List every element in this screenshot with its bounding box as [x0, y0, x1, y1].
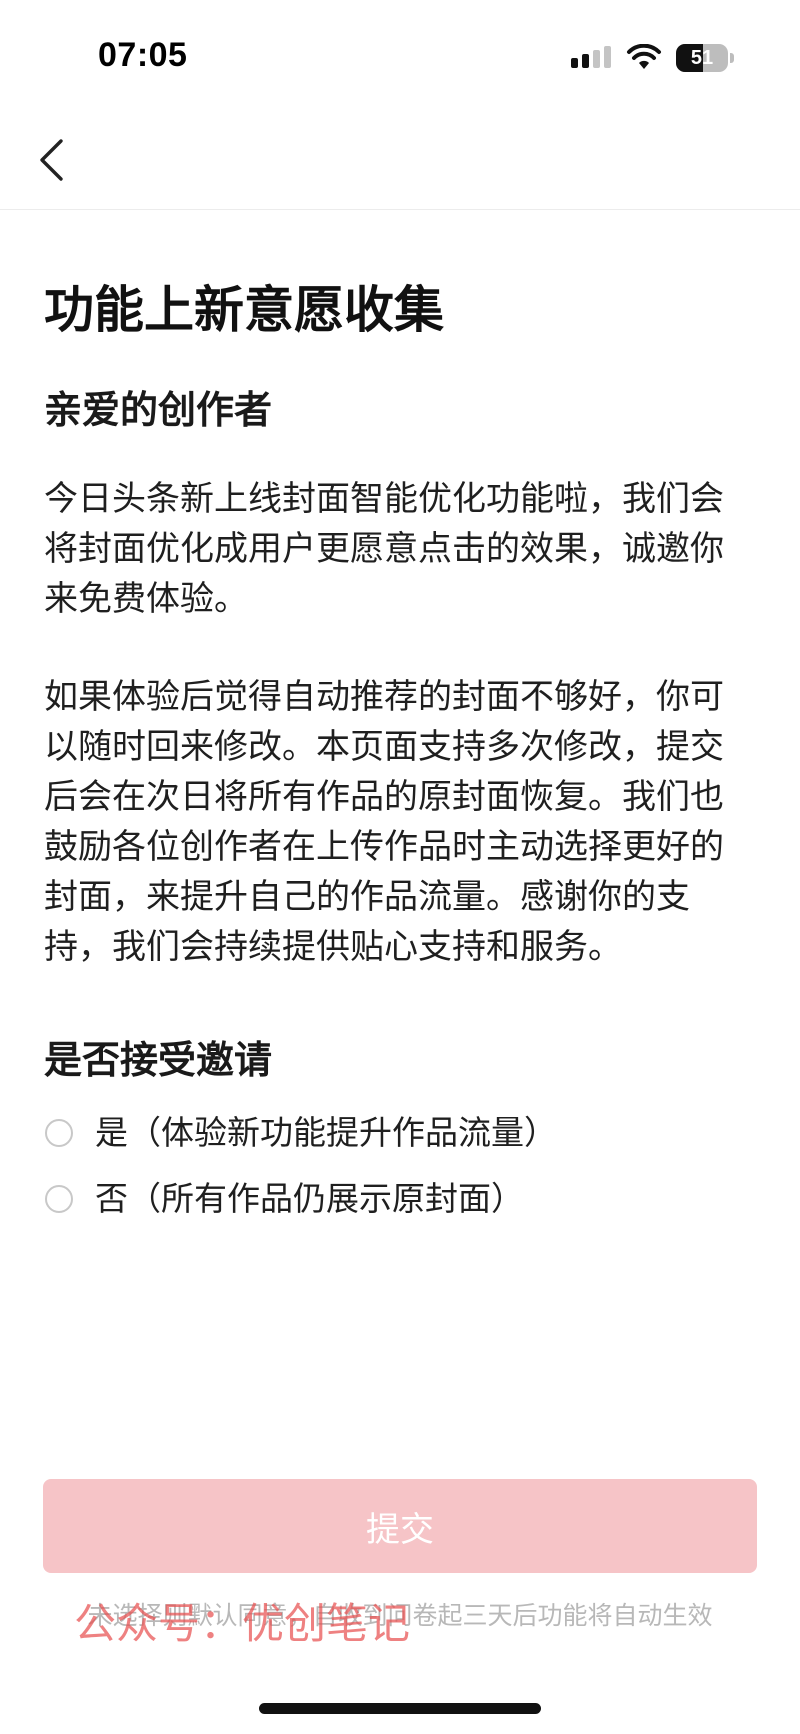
signal-icon: [571, 46, 611, 68]
intro-paragraph: 今日头条新上线封面智能优化功能啦，我们会将封面优化成用户更愿意点击的效果，诚邀你…: [44, 479, 724, 619]
watermark-text: 公众号：优创笔记: [74, 1599, 411, 1648]
back-button[interactable]: [24, 132, 80, 188]
wifi-icon: [627, 44, 661, 69]
battery-level: 51: [690, 46, 714, 69]
main-content: 功能上新意愿收集 亲爱的创作者 今日头条新上线封面智能优化功能啦，我们会将封面优…: [44, 270, 756, 1232]
home-indicator: [259, 1703, 541, 1714]
option-decline[interactable]: 否（所有作品仍展示原封面）: [44, 1166, 756, 1232]
option-decline-label: 否（所有作品仍展示原封面）: [95, 1179, 524, 1218]
radio-accept[interactable]: [45, 1119, 73, 1147]
greeting-heading: 亲爱的创作者: [44, 388, 273, 432]
radio-decline[interactable]: [45, 1185, 73, 1213]
battery-icon: 51: [676, 44, 728, 72]
status-time: 07:05: [98, 36, 188, 74]
chevron-left-icon: [40, 139, 63, 181]
question-heading: 是否接受邀请: [44, 1038, 273, 1082]
option-accept-label: 是（体验新功能提升作品流量）: [95, 1113, 557, 1152]
option-accept[interactable]: 是（体验新功能提升作品流量）: [44, 1100, 756, 1166]
nav-bar: [0, 110, 800, 210]
status-icons: 51: [570, 44, 734, 72]
details-paragraph: 如果体验后觉得自动推荐的封面不够好，你可以随时回来修改。本页面支持多次修改，提交…: [44, 677, 724, 967]
battery-tip: [730, 53, 734, 63]
page-title: 功能上新意愿收集: [44, 281, 444, 339]
submit-button[interactable]: 提交: [43, 1479, 757, 1573]
status-bar: 07:05 51: [0, 0, 800, 110]
